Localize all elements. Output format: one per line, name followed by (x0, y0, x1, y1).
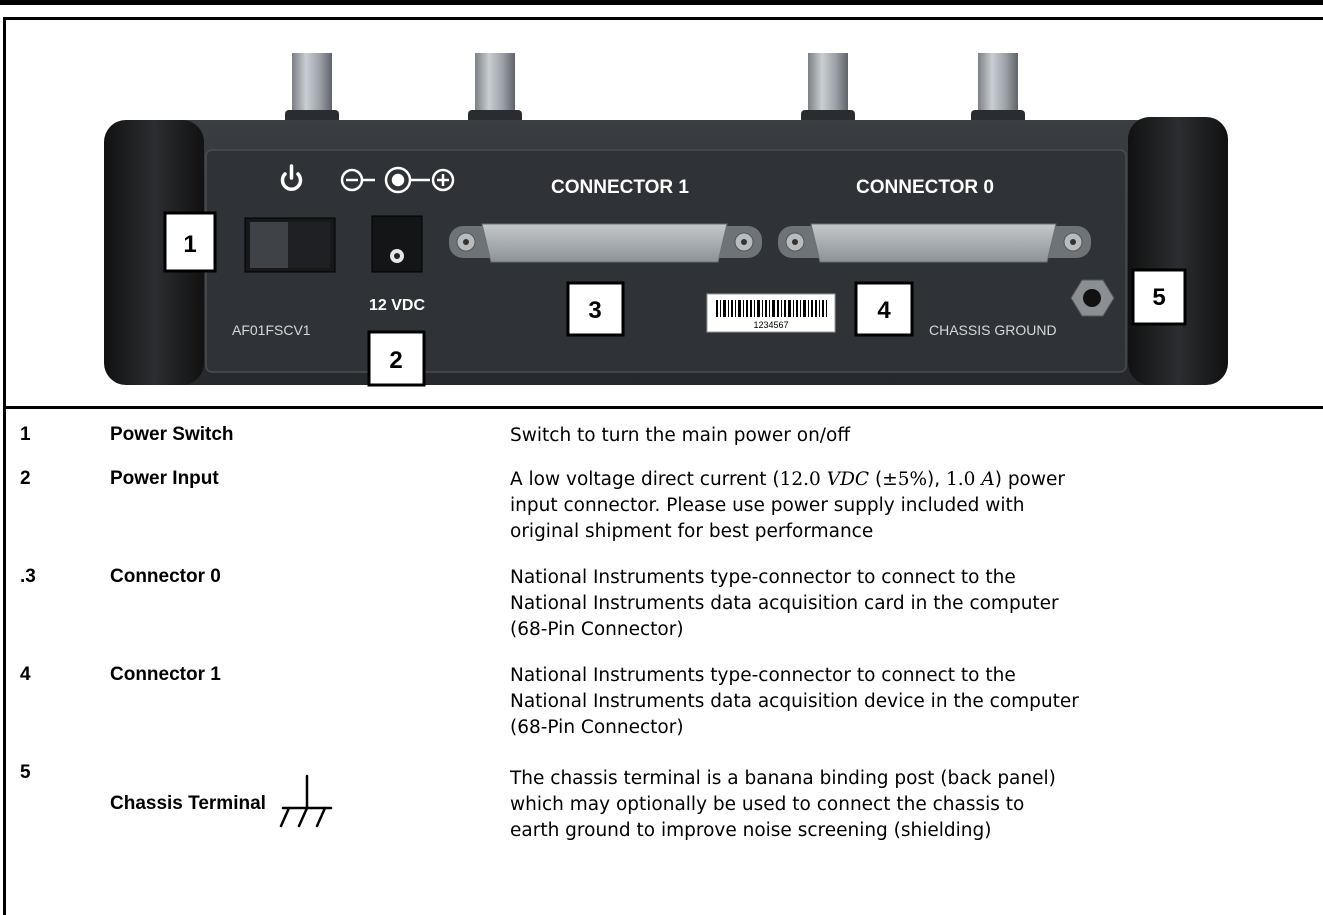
row-number: 4 (20, 664, 31, 685)
row-name: Connector 0 (110, 566, 221, 587)
svg-text:5: 5 (1152, 284, 1165, 311)
svg-text:2: 2 (389, 347, 402, 374)
callout-5: 5 (1131, 268, 1187, 326)
row-number: .3 (20, 566, 36, 587)
row-description: Switch to turn the main power on/off (510, 425, 851, 446)
row-number: 2 (20, 468, 31, 489)
row-description: A low voltage direct current (12.0 VDC (… (510, 467, 1323, 545)
chassis-ground-icon (279, 774, 333, 828)
row-description: National Instruments type-connector to c… (510, 567, 1059, 640)
callout-1: 1 (163, 211, 217, 273)
svg-text:1: 1 (183, 231, 196, 258)
row-description: The chassis terminal is a banana binding… (510, 768, 1056, 841)
row-name: Power Input (110, 468, 219, 489)
vdc-label: 12 VDC (369, 297, 425, 314)
dsub-connector-0 (778, 223, 1091, 263)
svg-text:3: 3 (588, 297, 601, 324)
svg-text:4: 4 (877, 297, 891, 324)
row-name: Connector 1 (110, 664, 221, 685)
power-switch (244, 217, 336, 273)
chassis-ground-label: CHASSIS GROUND (929, 322, 1057, 338)
right-bumper (1128, 117, 1228, 385)
connector-1-label: CONNECTOR 1 (551, 177, 689, 198)
callout-3: 3 (566, 281, 625, 337)
row-name: Power Switch (110, 424, 234, 445)
model-label: AF01FSCV1 (232, 322, 311, 338)
callout-4: 4 (854, 281, 914, 337)
power-input-spec-line: A low voltage direct current (12.0 VDC (… (510, 469, 1065, 490)
callout-2: 2 (367, 330, 426, 387)
serial-number: 1234567 (753, 320, 788, 330)
dsub-connector-1 (449, 223, 762, 263)
row-description: National Instruments type-connector to c… (510, 665, 1079, 738)
connector-0-label: CONNECTOR 0 (856, 177, 994, 198)
row-number: 5 (20, 762, 31, 783)
row-name: Chassis Terminal (110, 793, 266, 814)
serial-barcode: 1234567 (706, 293, 836, 333)
dc-power-jack (371, 215, 423, 273)
row-number: 1 (20, 424, 31, 445)
